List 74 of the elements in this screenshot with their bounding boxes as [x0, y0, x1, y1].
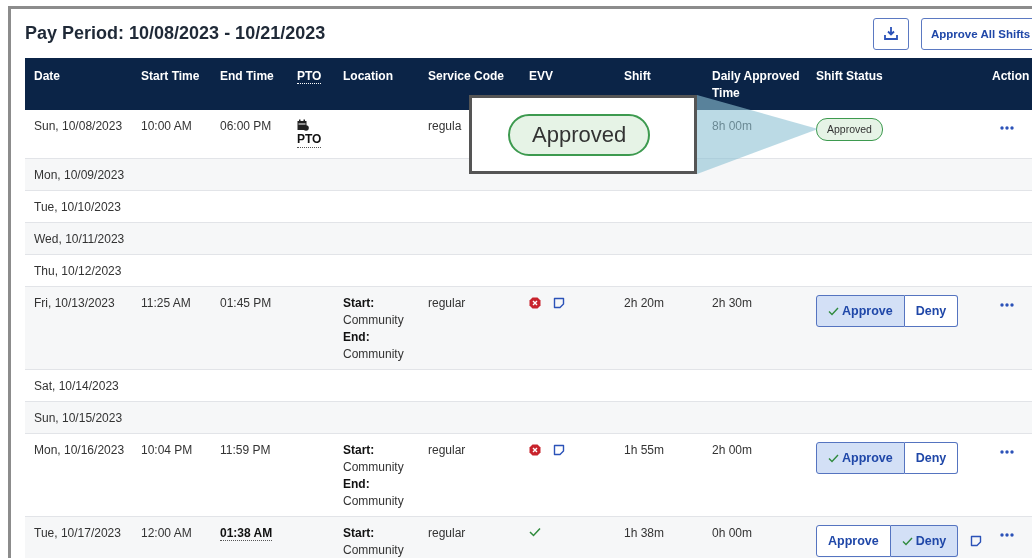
more-icon[interactable]: [1000, 303, 1014, 307]
column-header: Date: [34, 69, 60, 83]
end-time-cell: 01:38 AM: [220, 526, 273, 541]
check-icon: [828, 306, 839, 316]
date-cell: Sun, 10/08/2023: [34, 119, 123, 133]
note-icon[interactable]: [553, 444, 565, 456]
location-value: Community: [343, 542, 405, 558]
column-header: PTO: [297, 69, 322, 84]
location-label: Start:: [343, 442, 376, 459]
location-label: End:: [343, 476, 371, 493]
approved-time-cell: 8h 00m: [712, 119, 753, 133]
status-badge-enlarged: Approved: [508, 113, 651, 156]
location-label: Start:: [343, 525, 376, 542]
status-badge: Approved: [816, 118, 883, 141]
approved-time-cell: 2h 00m: [712, 443, 753, 457]
column-header: EVV: [529, 69, 553, 83]
location-value: Community: [343, 346, 405, 363]
calendar-icon: [297, 119, 309, 131]
approved-time-cell: 0h 00m: [712, 526, 753, 540]
duration-cell: 2h 20m: [624, 296, 665, 310]
column-header: Action: [992, 69, 1030, 83]
location-label: End:: [343, 329, 371, 346]
deny-button[interactable]: Deny: [890, 525, 959, 557]
date-cell: Fri, 10/13/2023: [34, 296, 115, 310]
location-label: Start:: [343, 295, 376, 312]
date-cell: Sun, 10/15/2023: [34, 411, 123, 425]
approve-button[interactable]: Approve: [816, 295, 905, 327]
date-cell: Mon, 10/09/2023: [34, 168, 125, 182]
start-time-cell: 10:00 AM: [141, 119, 192, 133]
duration-cell: 1h 55m: [624, 443, 665, 457]
date-cell: Mon, 10/16/2023: [34, 443, 125, 457]
date-cell: Tue, 10/10/2023: [34, 200, 121, 214]
column-header: Location: [343, 69, 393, 83]
column-header: End Time: [220, 69, 274, 83]
note-icon[interactable]: [970, 535, 983, 547]
deny-button[interactable]: Deny: [904, 295, 959, 327]
service-code-cell: regula: [428, 119, 462, 133]
end-time-cell: 01:45 PM: [220, 296, 272, 310]
check-icon: [828, 453, 839, 463]
date-cell: Tue, 10/17/2023: [34, 526, 121, 540]
end-time-cell: 11:59 PM: [220, 443, 271, 457]
download-icon: [884, 27, 898, 40]
location-value: Community: [343, 459, 405, 476]
location-value: Community: [343, 312, 405, 329]
column-header: Daily Approved Time: [712, 69, 800, 100]
column-header: Service Code: [428, 69, 505, 83]
service-code-cell: regular: [428, 296, 466, 310]
date-cell: Sat, 10/14/2023: [34, 379, 119, 393]
service-code-cell: regular: [428, 443, 466, 457]
service-code-cell: regular: [428, 526, 466, 540]
pto-label: PTO: [297, 132, 322, 148]
start-time-cell: 11:25 AM: [141, 296, 191, 310]
pay-period-title: Pay Period: 10/08/2023 - 10/21/2023: [25, 23, 327, 44]
approve-button[interactable]: Approve: [816, 525, 891, 557]
date-cell: Thu, 10/12/2023: [34, 264, 122, 278]
note-icon[interactable]: [553, 297, 565, 309]
date-cell: Wed, 10/11/2023: [34, 232, 125, 246]
download-button[interactable]: [873, 17, 909, 50]
deny-button[interactable]: Deny: [904, 442, 959, 474]
more-icon[interactable]: [1000, 533, 1014, 537]
column-header: Shift Status: [816, 69, 883, 83]
more-icon[interactable]: [1000, 126, 1014, 130]
column-header: Start Time: [141, 69, 200, 83]
approve-all-button[interactable]: Approve All Shifts: [921, 17, 1032, 50]
end-time-cell: 06:00 PM: [220, 119, 272, 133]
more-icon[interactable]: [1000, 450, 1014, 454]
column-header: Shift: [624, 69, 651, 83]
check-icon: [901, 536, 913, 546]
approved-time-cell: 2h 30m: [712, 296, 753, 310]
start-time-cell: 10:04 PM: [141, 443, 193, 457]
location-value: Community: [343, 493, 405, 510]
approve-button[interactable]: Approve: [816, 442, 905, 474]
duration-cell: 1h 38m: [624, 526, 665, 540]
start-time-cell: 12:00 AM: [141, 526, 192, 540]
